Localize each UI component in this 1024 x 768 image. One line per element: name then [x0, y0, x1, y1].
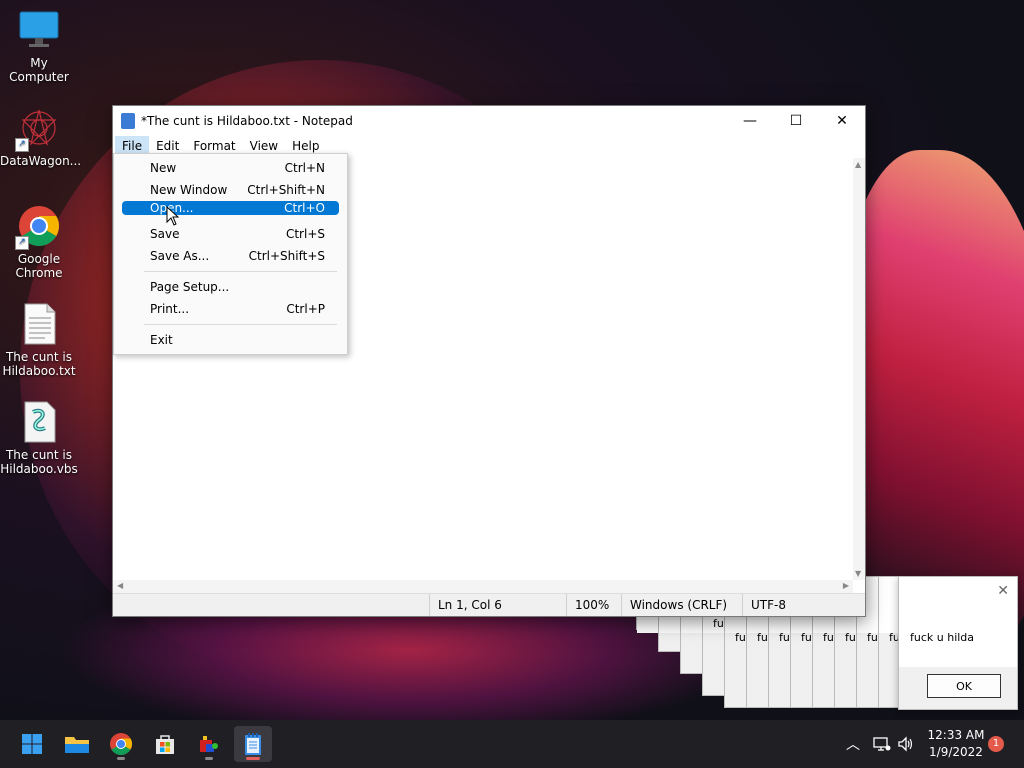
text-file-icon — [17, 302, 61, 346]
menu-item-save-as[interactable]: Save As... Ctrl+Shift+S — [122, 245, 339, 267]
menu-item-new[interactable]: New Ctrl+N — [122, 157, 339, 179]
notepad-icon — [121, 113, 135, 129]
menu-item-print[interactable]: Print... Ctrl+P — [122, 298, 339, 320]
close-button[interactable]: ✕ — [819, 106, 865, 136]
chrome-icon — [110, 733, 132, 755]
status-zoom: 100% — [566, 594, 621, 616]
scroll-up-icon[interactable]: ▲ — [855, 160, 861, 169]
volume-icon[interactable] — [897, 720, 915, 768]
clock-date: 1/9/2022 — [929, 745, 983, 759]
horizontal-scrollbar[interactable]: ◀ ▶ — [113, 580, 853, 594]
status-encoding: UTF-8 — [742, 594, 849, 616]
network-icon[interactable] — [873, 720, 891, 768]
desktop-icon-txt-file[interactable]: The cunt is Hildaboo.txt — [0, 302, 78, 378]
menu-item-new-window[interactable]: New Window Ctrl+Shift+N — [122, 179, 339, 201]
status-bar: Ln 1, Col 6 100% Windows (CRLF) UTF-8 — [113, 593, 865, 616]
datawagon-icon: ↗ — [15, 106, 61, 152]
monitor-icon — [17, 8, 61, 52]
taskbar-app[interactable] — [190, 726, 228, 762]
minimize-button[interactable]: — — [727, 106, 773, 136]
scroll-down-icon[interactable]: ▼ — [855, 569, 861, 578]
scroll-right-icon[interactable]: ▶ — [843, 581, 849, 590]
ok-button[interactable]: OK — [927, 674, 1001, 698]
taskbar-file-explorer[interactable] — [58, 726, 96, 762]
message-text: fuck u hilda — [910, 631, 975, 644]
app-icon — [200, 736, 218, 752]
desktop-icon-label: The cunt is Hildaboo.vbs — [0, 448, 78, 476]
shortcut-arrow-icon: ↗ — [15, 236, 29, 250]
running-indicator — [205, 757, 213, 760]
desktop-icon-label: DataWagon... — [0, 154, 82, 168]
menu-item-save[interactable]: Save Ctrl+S — [122, 223, 339, 245]
notepad-icon — [245, 733, 261, 755]
file-menu-dropdown: New Ctrl+N New Window Ctrl+Shift+N Open...… — [113, 153, 348, 355]
menu-item-open[interactable]: Open... Ctrl+O — [122, 201, 339, 215]
status-position: Ln 1, Col 6 — [429, 594, 566, 616]
menu-item-page-setup[interactable]: Page Setup... — [122, 276, 339, 298]
taskbar-store[interactable] — [146, 726, 184, 762]
shortcut-arrow-icon: ↗ — [15, 138, 29, 152]
title-bar[interactable]: *The cunt is Hildaboo.txt - Notepad — ☐ … — [113, 106, 865, 136]
desktop-icon-label: The cunt is Hildaboo.txt — [2, 350, 76, 378]
clock[interactable]: 12:33 AM 1/9/2022 — [924, 727, 988, 761]
desktop-icon-chrome[interactable]: ↗ Google Chrome — [0, 204, 78, 280]
taskbar: ︿ 12:33 AM 1/9/2022 — [0, 720, 1024, 768]
desktop-icon-my-computer[interactable]: My Computer — [0, 8, 78, 84]
status-line-ending: Windows (CRLF) — [621, 594, 742, 616]
desktop-icon-label: Google Chrome — [15, 252, 63, 280]
store-icon — [156, 735, 174, 754]
desktop-icon-datawagon[interactable]: ↗ DataWagon... — [0, 106, 82, 168]
maximize-button[interactable]: ☐ — [773, 106, 819, 136]
notification-badge[interactable]: 1 — [988, 736, 1004, 752]
desktop-icon-vbs-file[interactable]: The cunt is Hildaboo.vbs — [0, 400, 78, 476]
mouse-cursor-icon — [166, 206, 180, 226]
window-title: *The cunt is Hildaboo.txt - Notepad — [141, 114, 353, 128]
close-icon[interactable]: ✕ — [997, 583, 1009, 599]
taskbar-chrome[interactable] — [102, 726, 140, 762]
message-box-stack: fu — [878, 576, 900, 708]
running-indicator — [246, 757, 260, 760]
message-box: ✕ fuck u hilda OK — [898, 576, 1018, 710]
folder-icon — [65, 737, 89, 753]
running-indicator — [117, 757, 125, 760]
scroll-left-icon[interactable]: ◀ — [117, 581, 123, 590]
menu-item-exit[interactable]: Exit — [122, 329, 339, 351]
vertical-scrollbar[interactable]: ▲ ▼ — [853, 158, 865, 580]
clock-time: 12:33 AM — [927, 728, 985, 742]
windows-logo-icon — [22, 734, 42, 754]
taskbar-notepad[interactable] — [234, 726, 272, 762]
tray-overflow-chevron-icon[interactable]: ︿ — [846, 720, 860, 768]
menu-separator — [144, 324, 337, 325]
vbs-script-icon — [17, 400, 61, 444]
menu-separator — [144, 271, 337, 272]
chrome-icon: ↗ — [15, 204, 61, 250]
start-button[interactable] — [13, 726, 51, 762]
desktop-icon-label: My Computer — [9, 56, 69, 84]
